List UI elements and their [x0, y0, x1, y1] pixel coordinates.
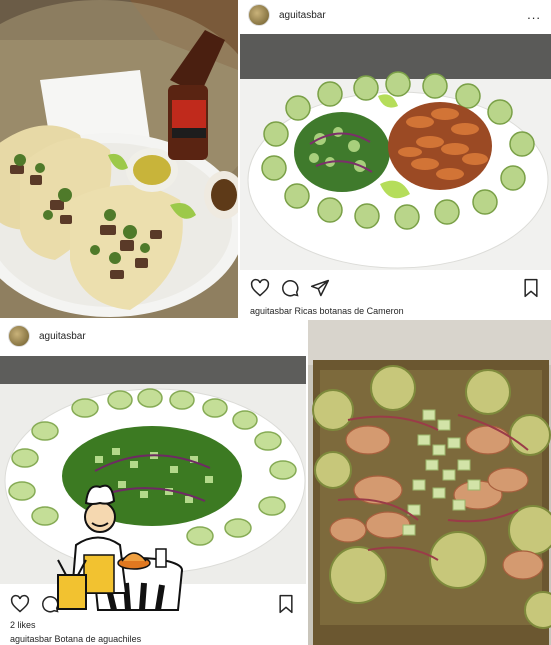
- shrimp-platter-photo: [240, 34, 551, 270]
- avatar[interactable]: [248, 4, 270, 26]
- caption-username[interactable]: aguitasbar: [10, 634, 52, 644]
- tacos-photo: [0, 0, 238, 318]
- post-caption: aguitasbar Ricas botanas de Cameron: [250, 306, 404, 316]
- comment-icon[interactable]: [280, 278, 300, 298]
- caption-text: Botana de aguachiles: [54, 634, 142, 644]
- likes-count[interactable]: 2 likes: [10, 620, 36, 630]
- avatar[interactable]: [8, 325, 30, 347]
- more-options-icon[interactable]: ...: [527, 7, 541, 22]
- post-header: aguitasbar: [0, 320, 306, 352]
- caption-username[interactable]: aguitasbar: [250, 306, 292, 316]
- heart-icon[interactable]: [250, 278, 270, 298]
- instagram-post-shrimp: aguitasbar ... aguitasbar Ricas botanas …: [240, 0, 551, 318]
- post-username[interactable]: aguitasbar: [39, 331, 86, 342]
- bookmark-icon[interactable]: [521, 278, 541, 298]
- share-icon[interactable]: [310, 278, 330, 298]
- bookmark-icon[interactable]: [276, 594, 296, 614]
- chef-logo: [48, 475, 188, 615]
- heart-icon[interactable]: [10, 594, 30, 614]
- post-header: aguitasbar ...: [240, 0, 551, 30]
- post-caption: aguitasbar Botana de aguachiles: [10, 634, 141, 644]
- post-username[interactable]: aguitasbar: [279, 10, 326, 21]
- post-actions: [240, 274, 551, 300]
- caption-text: Ricas botanas de Cameron: [294, 306, 404, 316]
- aguachile-tray-photo: [308, 320, 551, 645]
